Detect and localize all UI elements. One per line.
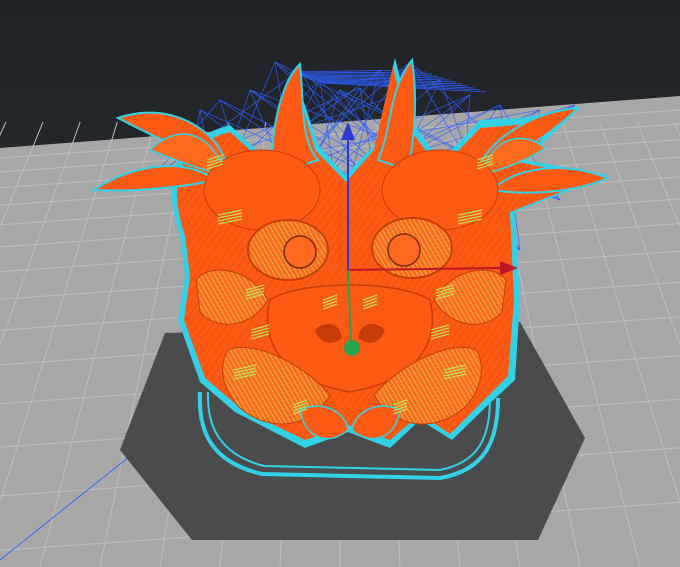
3d-viewport[interactable] (0, 0, 680, 567)
layer-preview-scene[interactable] (0, 0, 680, 567)
eye-right (387, 233, 421, 267)
sphere-y-icon[interactable] (344, 340, 360, 356)
eye-left (283, 235, 317, 269)
